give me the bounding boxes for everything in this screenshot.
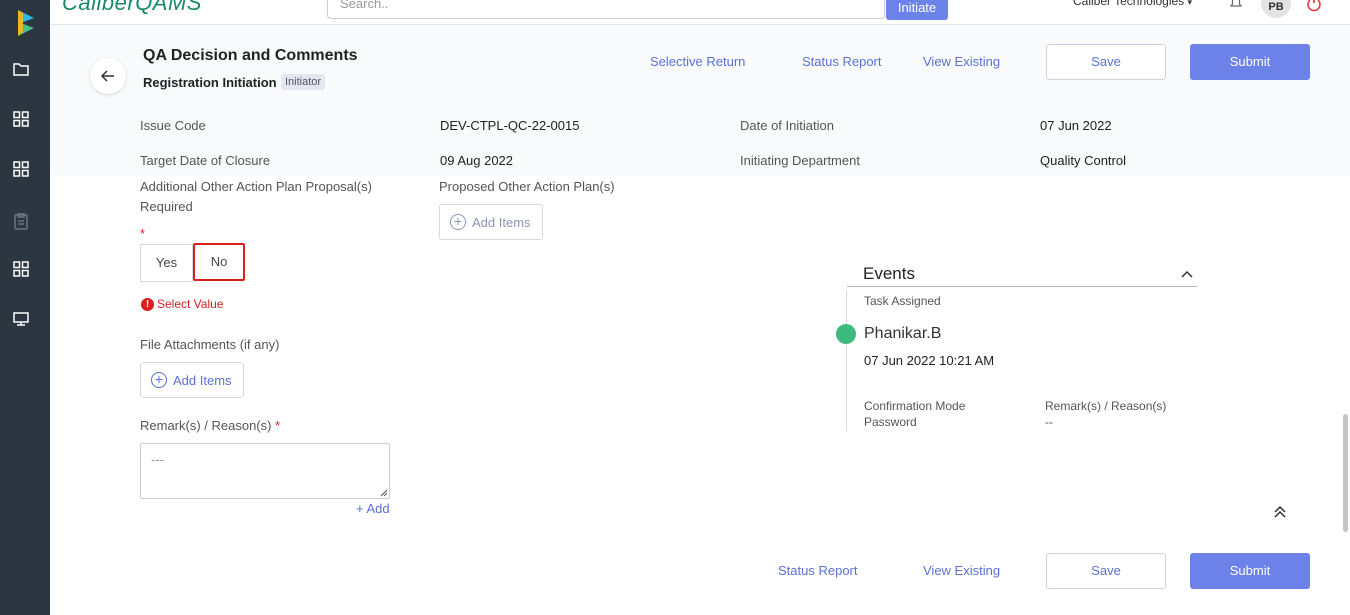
validation-error: ! Select Value (141, 297, 224, 311)
search-input[interactable]: Search.. (327, 0, 885, 19)
remarks-label-row: Remark(s) / Reason(s) * (140, 416, 280, 436)
remarks-placeholder: --- (151, 452, 164, 467)
yes-option[interactable]: Yes (140, 244, 193, 282)
avatar[interactable]: PB (1261, 0, 1291, 18)
footer-save-button[interactable]: Save (1046, 553, 1166, 589)
view-existing-link[interactable]: View Existing (923, 54, 1000, 69)
footer-submit-button[interactable]: Submit (1190, 553, 1310, 589)
bell-icon[interactable] (1228, 0, 1244, 10)
brand-logo[interactable]: CaliberQAMS (62, 0, 202, 16)
add-items-label: Add Items (173, 372, 232, 388)
date-of-initiation-value: 07 Jun 2022 (1040, 118, 1112, 133)
required-mark: * (275, 418, 281, 433)
error-text: Select Value (157, 297, 224, 311)
footer-view-existing-link[interactable]: View Existing (923, 563, 1000, 578)
chevron-up-icon[interactable] (1181, 269, 1193, 281)
add-items-label: Add Items (472, 214, 531, 230)
event-remarks-label: Remark(s) / Reason(s) (1045, 399, 1167, 413)
additional-plan-label: Additional Other Action Plan Proposal(s)… (140, 179, 372, 214)
initiate-button[interactable]: Initiate (886, 0, 948, 20)
no-option[interactable]: No (193, 243, 245, 281)
back-button[interactable] (90, 58, 126, 94)
selective-return-link[interactable]: Selective Return (650, 54, 745, 69)
timeline-line (846, 290, 847, 431)
event-user: Phanikar.B (864, 325, 942, 342)
initiating-department-value: Quality Control (1040, 153, 1126, 168)
events-title: Events (863, 264, 915, 283)
issue-code-label: Issue Code (140, 118, 206, 133)
file-attachments-label: File Attachments (if any) (140, 337, 280, 352)
role-badge: Initiator (281, 74, 326, 90)
apps-grid-icon[interactable] (12, 260, 30, 278)
error-icon: ! (141, 297, 154, 311)
modules-grid-icon[interactable] (12, 160, 30, 178)
arrow-left-icon (100, 70, 114, 82)
date-of-initiation-label: Date of Initiation (740, 118, 834, 133)
power-icon[interactable] (1305, 0, 1323, 12)
event-remarks-value: -- (1045, 415, 1053, 429)
remarks-textarea[interactable]: --- (140, 443, 390, 499)
issue-code-value: DEV-CTPL-QC-22-0015 (440, 118, 580, 133)
scrollbar[interactable] (1343, 414, 1348, 532)
status-report-link[interactable]: Status Report (802, 54, 882, 69)
company-name: Caliber Technologies (1073, 0, 1185, 8)
dashboard-grid-icon[interactable] (12, 110, 30, 128)
required-mark: * (140, 226, 146, 241)
folder-icon[interactable] (12, 60, 30, 78)
remarks-label: Remark(s) / Reason(s) (140, 418, 272, 433)
target-date-label: Target Date of Closure (140, 153, 271, 168)
company-selector[interactable]: Caliber Technologies ▾ (1073, 0, 1192, 8)
event-datetime: 07 Jun 2022 10:21 AM (864, 353, 995, 368)
plus-circle-icon: + (151, 372, 167, 388)
page-subtitle: Registration Initiation (143, 75, 277, 90)
yes-no-toggle: Yes No (140, 243, 245, 282)
timeline-dot (836, 324, 856, 344)
monitor-icon[interactable] (12, 310, 30, 328)
proposed-plan-label: Proposed Other Action Plan(s) (439, 179, 615, 194)
clipboard-icon[interactable] (12, 212, 30, 230)
task-assigned-label: Task Assigned (864, 294, 941, 308)
plus-circle-icon: + (450, 214, 466, 230)
app-logo-icon[interactable] (14, 8, 38, 38)
submit-button[interactable]: Submit (1190, 44, 1310, 80)
file-add-items-button[interactable]: + Add Items (140, 362, 244, 398)
resize-handle-icon[interactable] (380, 489, 388, 497)
footer-status-report-link[interactable]: Status Report (778, 563, 858, 578)
confirmation-mode-label: Confirmation Mode (864, 399, 966, 413)
proposed-add-items-button[interactable]: + Add Items (439, 204, 543, 240)
chevron-down-icon: ▾ (1187, 0, 1193, 7)
save-button[interactable]: Save (1046, 44, 1166, 80)
top-bar: CaliberQAMS Search.. Initiate Caliber Te… (50, 0, 1350, 25)
page-title: QA Decision and Comments (143, 47, 358, 64)
add-remark-link[interactable]: + Add (356, 501, 390, 516)
events-divider (847, 286, 1197, 287)
sidebar (0, 0, 50, 615)
initiating-department-label: Initiating Department (740, 153, 860, 168)
target-date-value: 09 Aug 2022 (440, 153, 514, 168)
scroll-top-icon[interactable] (1272, 504, 1288, 520)
confirmation-mode-value: Password (864, 415, 917, 429)
header-panel: QA Decision and Comments Registration In… (50, 25, 1350, 175)
